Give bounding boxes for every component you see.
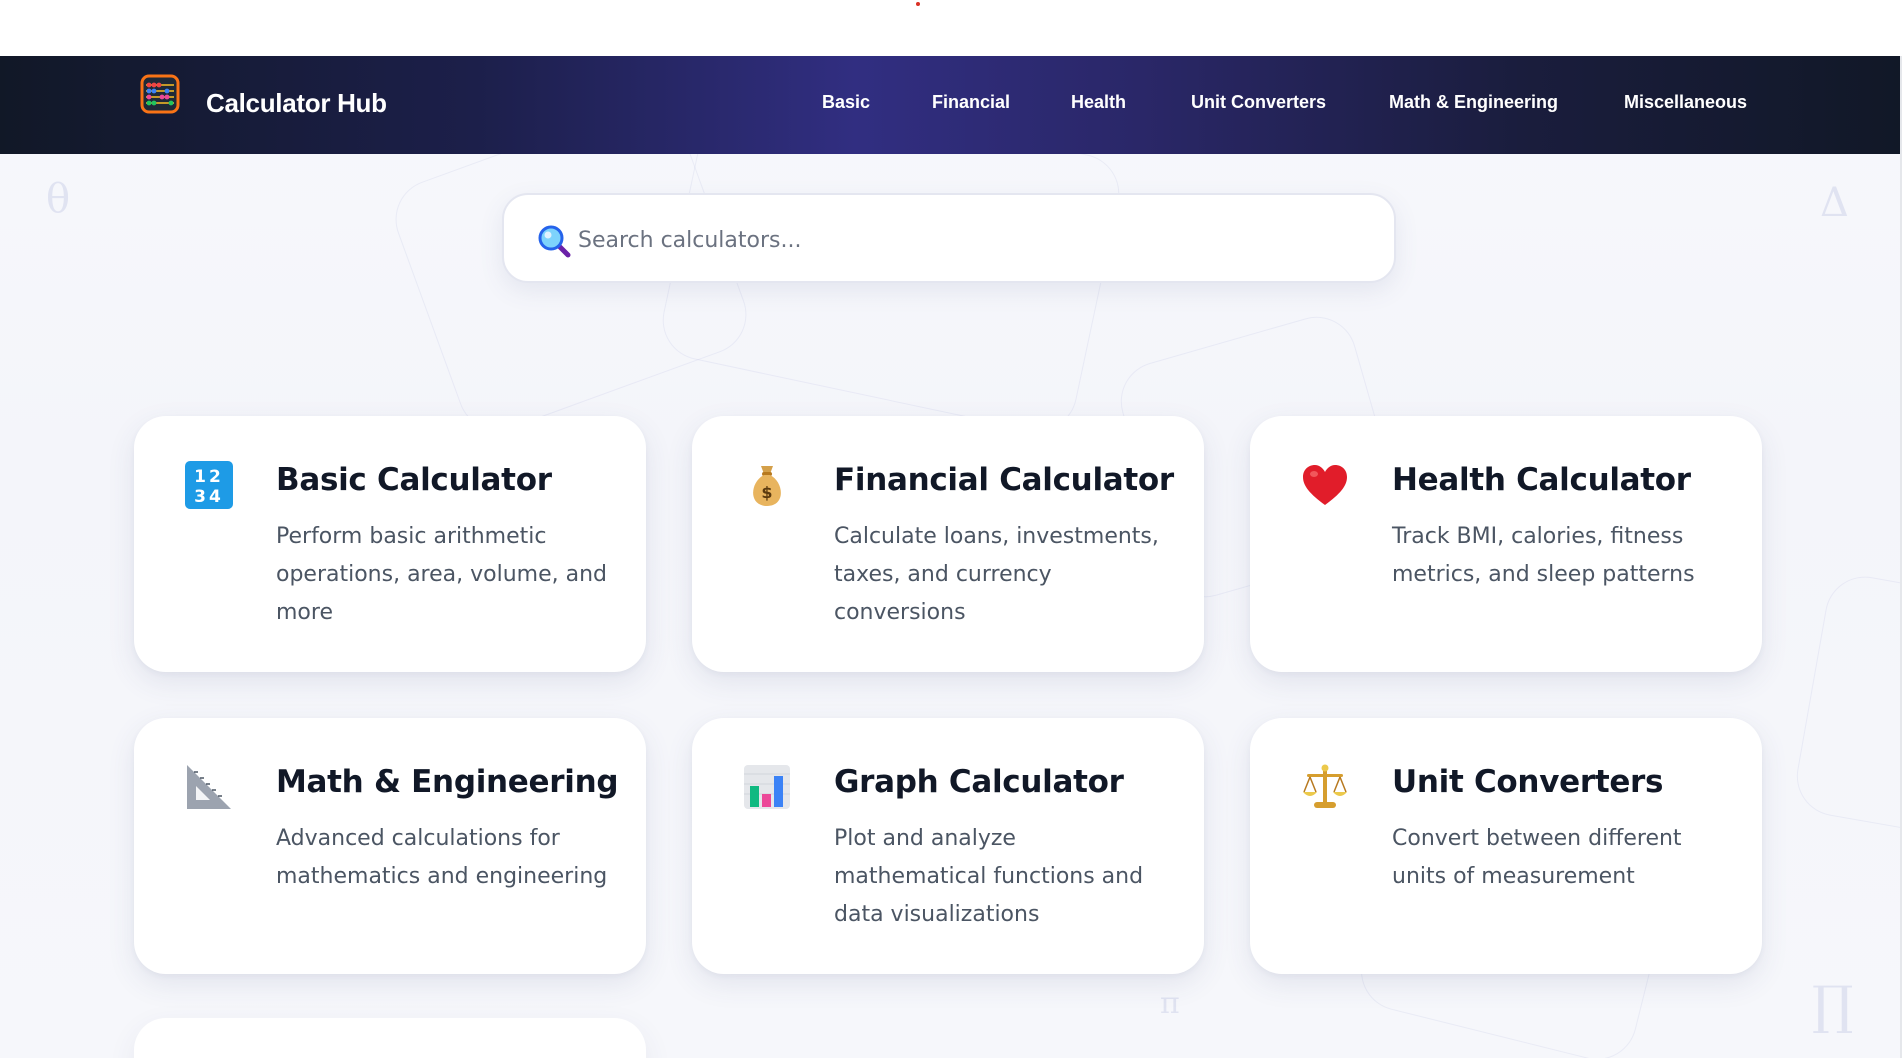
card-title: Math & Engineering [276, 764, 619, 800]
money-bag-icon: $ [742, 460, 792, 510]
nav-item-basic[interactable]: Basic [822, 92, 870, 113]
triangular-ruler-icon [184, 762, 234, 812]
card-title: Graph Calculator [834, 764, 1124, 800]
top-navbar: Calculator Hub Basic Financial Health Un… [0, 56, 1900, 154]
bar-chart-icon [742, 762, 792, 812]
card-financial-calculator[interactable]: $ Financial Calculator Calculate loans, … [692, 416, 1204, 672]
card-title: Unit Converters [1392, 764, 1664, 800]
page: θ Δ π ∏ Calculator Hub Basic Financial H… [0, 0, 1902, 1058]
nav-item-health[interactable]: Health [1071, 92, 1126, 113]
balance-scale-icon [1300, 762, 1350, 812]
card-title: Basic Calculator [276, 462, 552, 498]
card-description: Advanced calculations for mathematics an… [276, 826, 608, 889]
heart-icon [1300, 460, 1350, 510]
svg-text:12: 12 [194, 467, 224, 487]
card-description: Plot and analyze mathematical functions … [834, 826, 1144, 927]
card-unit-converters[interactable]: Unit Converters Convert between differen… [1250, 718, 1762, 974]
card-title: Health Calculator [1392, 462, 1691, 498]
search-input[interactable] [576, 217, 1360, 263]
card-description: Calculate loans, investments, taxes, and… [834, 524, 1159, 625]
indicator-dot [916, 2, 920, 6]
search-bar [502, 193, 1396, 283]
card-basic-calculator[interactable]: 12 34 Basic Calculator Perform basic ari… [134, 416, 646, 672]
magnifier-icon [538, 225, 572, 259]
delta-glyph: Δ [1820, 180, 1849, 226]
card-description: Track BMI, calories, fitness metrics, an… [1392, 524, 1695, 587]
card-graph-calculator[interactable]: Graph Calculator Plot and analyze mathem… [692, 718, 1204, 974]
nav-item-math-engineering[interactable]: Math & Engineering [1389, 92, 1558, 113]
nav-item-miscellaneous[interactable]: Miscellaneous [1624, 92, 1747, 113]
numbers-1234-icon: 12 34 [184, 460, 234, 510]
svg-text:$: $ [761, 483, 772, 502]
product-glyph: ∏ [1812, 976, 1854, 1036]
background-shape [1790, 570, 1900, 844]
card-description: Convert between different units of measu… [1392, 826, 1682, 889]
pi-glyph: π [1160, 986, 1180, 1021]
card-math-engineering[interactable]: Math & Engineering Advanced calculations… [134, 718, 646, 974]
card-description: Perform basic arithmetic operations, are… [276, 524, 607, 625]
svg-text:34: 34 [194, 487, 224, 507]
nav-menu: Basic Financial Health Unit Converters M… [0, 92, 1900, 122]
card-health-calculator[interactable]: Health Calculator Track BMI, calories, f… [1250, 416, 1762, 672]
card-partial[interactable] [134, 1018, 646, 1058]
nav-item-unit-converters[interactable]: Unit Converters [1191, 92, 1326, 113]
nav-item-financial[interactable]: Financial [932, 92, 1010, 113]
theta-glyph: θ [46, 176, 71, 222]
card-title: Financial Calculator [834, 462, 1174, 498]
